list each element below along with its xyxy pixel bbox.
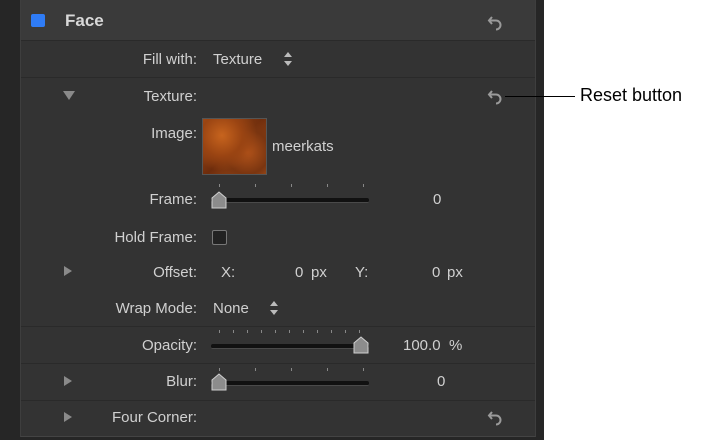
offset-x-unit: px [311, 264, 327, 281]
fill-with-row: Fill with: Texture [21, 41, 535, 78]
inspector-panel: Face Fill with: Texture Texture: Image: [0, 0, 544, 440]
texture-reset-icon[interactable] [487, 87, 505, 105]
opacity-unit: % [449, 337, 463, 354]
opacity-value[interactable]: 100.0 [403, 337, 441, 354]
blur-slider-thumb[interactable] [211, 373, 227, 391]
face-enable-checkbox[interactable] [31, 14, 45, 27]
texture-label: Texture: [143, 88, 197, 105]
offset-y-unit: px [447, 264, 463, 281]
frame-slider-thumb[interactable] [211, 191, 227, 209]
wrap-mode-label: Wrap Mode: [115, 300, 197, 317]
image-name: meerkats [272, 138, 334, 155]
four-corner-row: Four Corner: [21, 401, 535, 436]
image-label: Image: [151, 125, 197, 142]
offset-y-value[interactable]: 0 [432, 264, 440, 281]
wrap-mode-row: Wrap Mode: None [21, 290, 535, 327]
blur-label: Blur: [166, 373, 197, 390]
blur-slider[interactable] [211, 364, 371, 394]
wrap-mode-popup[interactable]: None [213, 300, 249, 317]
wrap-mode-updown-icon[interactable] [269, 300, 279, 316]
face-reset-icon[interactable] [487, 13, 505, 31]
fill-with-label: Fill with: [142, 51, 197, 68]
offset-y-label: Y: [355, 264, 369, 281]
callout-label: Reset button [580, 85, 683, 105]
offset-label: Offset: [153, 264, 197, 281]
hold-frame-checkbox[interactable] [212, 230, 227, 245]
opacity-slider-thumb[interactable] [353, 336, 369, 354]
opacity-slider[interactable] [211, 327, 371, 357]
fill-with-updown-icon[interactable] [283, 51, 293, 67]
blur-value[interactable]: 0 [437, 373, 445, 390]
face-section: Face Fill with: Texture Texture: Image: [20, 0, 536, 437]
texture-row: Texture: [21, 78, 535, 114]
fill-with-popup[interactable]: Texture [213, 51, 262, 68]
face-title: Face [65, 11, 104, 30]
opacity-label: Opacity: [141, 337, 197, 354]
frame-slider[interactable] [211, 182, 371, 212]
offset-x-label: X: [221, 264, 236, 281]
frame-label: Frame: [149, 191, 197, 208]
offset-x-value[interactable]: 0 [295, 264, 303, 281]
opacity-row: Opacity: 100.0 % [21, 327, 535, 364]
image-well-thumbnail[interactable] [202, 118, 267, 175]
blur-row: Blur: 0 [21, 364, 535, 401]
four-corner-reset-icon[interactable] [487, 408, 505, 426]
hold-frame-label: Hold Frame: [114, 229, 197, 246]
four-corner-label: Four Corner: [111, 409, 197, 426]
callout-leader-line [505, 96, 575, 97]
face-header: Face [21, 0, 535, 41]
frame-value[interactable]: 0 [433, 191, 441, 208]
